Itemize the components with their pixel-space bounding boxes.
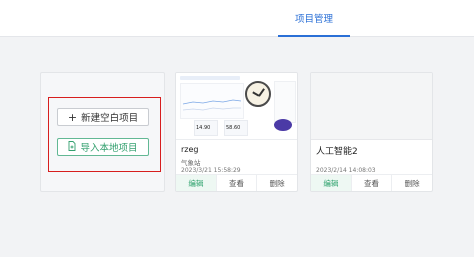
project-subtitle: 气象站 bbox=[181, 159, 201, 167]
edit-button[interactable]: 编辑 bbox=[176, 175, 217, 191]
project-date: 2023/2/14 14:08:03 bbox=[316, 167, 376, 174]
delete-button[interactable]: 删除 bbox=[257, 175, 297, 191]
project-card[interactable]: 14.90 58.60 rzeg 气象站 2023/3/21 15:58:29 … bbox=[175, 72, 298, 192]
thumb-side-panel bbox=[274, 81, 296, 123]
thumb-stat-box: 14.90 bbox=[194, 120, 218, 136]
tab-label: 项目管理 bbox=[294, 14, 333, 25]
thumb-clock-hand bbox=[252, 91, 260, 97]
project-actions: 编辑 查看 删除 bbox=[311, 174, 432, 191]
project-date: 2023/3/21 15:58:29 bbox=[181, 167, 241, 174]
view-button[interactable]: 查看 bbox=[352, 175, 393, 191]
edit-button[interactable]: 编辑 bbox=[311, 175, 352, 191]
thumb-stat-value: 58.60 bbox=[226, 125, 241, 131]
view-button[interactable]: 查看 bbox=[217, 175, 258, 191]
thumb-line-panel bbox=[180, 83, 244, 119]
import-local-project-label: 导入本地项目 bbox=[80, 143, 138, 154]
thumb-stat-box: 58.60 bbox=[224, 120, 248, 136]
import-local-project-button[interactable]: 导入本地项目 bbox=[57, 138, 149, 156]
project-name: 人工智能2 bbox=[316, 147, 358, 157]
new-blank-project-button[interactable]: + 新建空白项目 bbox=[57, 108, 149, 126]
thumb-clock-gauge bbox=[245, 81, 271, 107]
top-bar: 项目管理 bbox=[0, 0, 474, 37]
thumb-header-bar bbox=[180, 76, 240, 80]
project-thumbnail[interactable]: 14.90 58.60 bbox=[176, 73, 297, 140]
thumb-purple-indicator bbox=[274, 119, 292, 131]
thumb-stat-value: 14.90 bbox=[196, 125, 211, 131]
tab-active-indicator bbox=[278, 35, 350, 37]
plus-icon: + bbox=[67, 110, 78, 124]
tab-project-management[interactable]: 项目管理 bbox=[278, 0, 350, 37]
project-card[interactable]: 人工智能2 2023/2/14 14:08:03 编辑 查看 删除 bbox=[310, 72, 433, 192]
file-import-icon bbox=[68, 141, 76, 153]
project-thumbnail[interactable] bbox=[311, 73, 432, 140]
delete-button[interactable]: 删除 bbox=[392, 175, 432, 191]
project-actions: 编辑 查看 删除 bbox=[176, 174, 297, 191]
project-name: rzeg bbox=[181, 145, 199, 154]
new-blank-project-label: 新建空白项目 bbox=[81, 113, 139, 124]
